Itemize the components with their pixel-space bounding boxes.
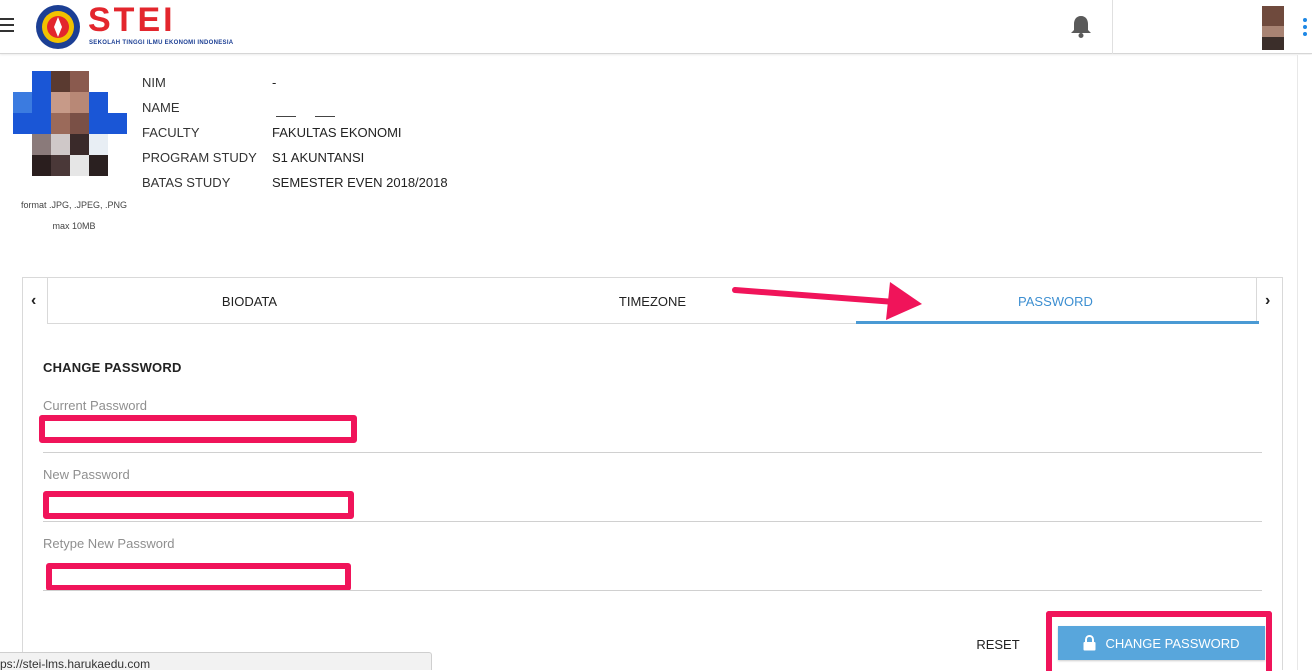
name-redaction-line [315,116,335,117]
current-password-input[interactable] [47,422,347,438]
retype-password-underline [43,590,1262,591]
faculty-value: FAKULTAS EKONOMI [272,125,402,140]
name-redaction-line [276,116,296,117]
more-vert-icon[interactable] [1303,18,1307,39]
topbar-divider [1112,0,1113,54]
stei-emblem-icon [36,5,80,49]
faculty-label: FACULTY [142,125,200,140]
bell-icon[interactable] [1070,14,1092,38]
annotation-arrow-icon [732,282,922,320]
nim-value: - [272,75,277,90]
logo-title: STEI [88,1,176,39]
current-password-underline [43,452,1262,453]
tabs-next-icon[interactable]: › [1265,292,1270,310]
top-app-bar: STEI SEKOLAH TINGGI ILMU EKONOMI INDONES… [0,0,1312,54]
change-password-title: CHANGE PASSWORD [43,360,182,375]
name-label: NAME [142,100,180,115]
program-study-label: PROGRAM STUDY [142,150,257,165]
retype-password-input[interactable] [54,570,343,586]
nim-label: NIM [142,75,166,90]
logo-subtitle: SEKOLAH TINGGI ILMU EKONOMI INDONESIA [89,40,234,46]
change-password-button[interactable]: CHANGE PASSWORD [1058,626,1265,660]
new-password-label: New Password [43,467,130,482]
scrollbar[interactable] [1297,55,1312,670]
batas-study-label: BATAS STUDY [142,175,231,190]
tabs-prev-icon[interactable]: ‹ [31,292,36,310]
tab-biodata[interactable]: BIODATA [48,278,451,324]
new-password-underline [43,521,1262,522]
settings-panel: ‹ BIODATA TIMEZONE PASSWORD › CHANGE PAS… [22,277,1283,671]
reset-button[interactable]: RESET [970,629,1026,659]
program-study-value: S1 AKUNTANSI [272,150,365,165]
menu-icon[interactable] [0,18,14,32]
photo-size-hint: max 10MB [52,221,96,231]
tab-strip: BIODATA TIMEZONE PASSWORD [47,278,1259,324]
profile-photo[interactable] [13,71,127,176]
user-avatar[interactable] [1262,6,1284,50]
current-password-label: Current Password [43,398,148,413]
retype-password-label: Retype New Password [43,536,175,551]
status-bar-url: ps://stei-lms.harukaedu.com [0,652,432,670]
batas-study-value: SEMESTER EVEN 2018/2018 [272,175,448,190]
change-password-highlight: CHANGE PASSWORD [1046,611,1272,671]
new-password-input[interactable] [51,498,346,514]
photo-format-hint: format .JPG, .JPEG, .PNG [20,200,128,210]
lock-icon [1083,635,1096,651]
change-password-label: CHANGE PASSWORD [1105,635,1240,651]
